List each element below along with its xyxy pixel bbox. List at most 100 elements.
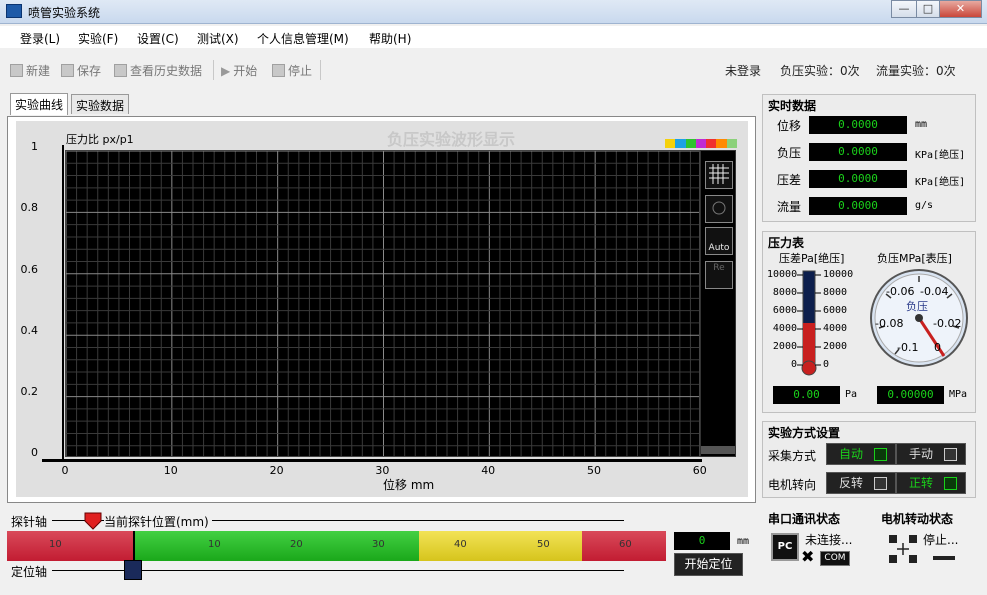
probe-tick-label: 60 <box>619 539 632 550</box>
realtime-value: 0.0000 <box>809 197 907 215</box>
pc-icon: PC <box>771 533 799 561</box>
realtime-value: 0.0000 <box>809 116 907 134</box>
therm-tick-right: 0 <box>823 359 830 370</box>
menu-personal[interactable]: 个人信息管理(M) <box>257 30 349 47</box>
grid-toggle-icon[interactable] <box>705 161 733 189</box>
therm-value: 0.00 <box>773 386 840 404</box>
stop-button[interactable]: 停止 <box>272 62 312 79</box>
start-button[interactable]: ▶ 开始 <box>221 62 257 79</box>
serial-status: 未连接... <box>805 533 853 547</box>
probe-marker-icon[interactable] <box>84 512 102 530</box>
motor-forward-button[interactable]: 正转 <box>896 472 966 494</box>
therm-tick-left: 4000 <box>772 323 797 334</box>
motor-state-title: 电机转动状态 <box>881 512 954 526</box>
realtime-value: 0.0000 <box>809 143 907 161</box>
dial-label: 负压 <box>906 300 928 313</box>
realtime-title: 实时数据 <box>768 99 817 113</box>
probe-tick-label: 20 <box>290 539 303 550</box>
y-tick-label: 0.2 <box>20 385 39 398</box>
therm-tick-right: 2000 <box>823 341 848 352</box>
realtime-label: 负压 <box>777 146 802 160</box>
checkbox-checked-icon <box>874 448 887 461</box>
menu-settings[interactable]: 设置(C) <box>137 30 179 47</box>
new-button[interactable]: 新建 <box>10 62 50 79</box>
realtime-unit: mm <box>915 119 928 130</box>
probe-indicator <box>133 531 135 561</box>
therm-tick-right: 8000 <box>823 287 848 298</box>
realtime-unit: g/s <box>915 200 934 211</box>
chart-title: 负压实验波形显示 <box>387 130 516 149</box>
x-axis-label: 位移 mm <box>383 478 435 492</box>
menu-login[interactable]: 登录(L) <box>20 30 60 47</box>
tab-curve[interactable]: 实验曲线 <box>10 93 69 115</box>
login-status: 未登录 <box>725 64 762 78</box>
therm-tick-left: 10000 <box>767 269 798 280</box>
history-label: 查看历史数据 <box>130 64 203 78</box>
realtime-label: 压差 <box>777 173 802 187</box>
menu-experiment[interactable]: 实验(F) <box>78 30 118 47</box>
therm-tick-right: 4000 <box>823 323 848 334</box>
y-tick-label: 0.8 <box>20 201 39 214</box>
collect-auto-label: 自动 <box>839 447 864 461</box>
save-label: 保存 <box>77 64 102 78</box>
collect-manual-button[interactable]: 手动 <box>896 443 966 465</box>
checkbox-icon <box>944 448 957 461</box>
x-tick-label: 0 <box>61 464 69 477</box>
color-strip <box>665 139 737 148</box>
app-icon <box>6 4 22 18</box>
probe-tick-label: 40 <box>454 539 467 550</box>
start-locate-button[interactable]: 开始定位 <box>674 553 743 576</box>
therm-tick-left: 2000 <box>772 341 797 352</box>
realtime-label: 位移 <box>777 119 802 133</box>
re-icon[interactable]: Re <box>705 261 733 289</box>
therm-tick-left: 6000 <box>772 305 797 316</box>
y-tick-label: 0.6 <box>20 263 39 276</box>
x-axis-line <box>42 459 702 462</box>
stop-icon <box>272 64 285 77</box>
motor-reverse-button[interactable]: 反转 <box>826 472 896 494</box>
tab-data[interactable]: 实验数据 <box>71 94 130 114</box>
collect-auto-button[interactable]: 自动 <box>826 443 896 465</box>
auto-scale-button[interactable]: Auto <box>705 227 733 255</box>
realtime-label: 流量 <box>777 200 802 214</box>
motor-label: 电机转向 <box>768 478 817 492</box>
menu-help[interactable]: 帮助(H) <box>369 30 411 47</box>
x-tick-label: 50 <box>587 464 601 477</box>
maximize-button[interactable]: □ <box>916 0 940 18</box>
y-axis-line <box>42 145 64 460</box>
minus-icon <box>933 556 955 560</box>
locate-handle-icon[interactable] <box>124 560 142 580</box>
minimize-button[interactable]: — <box>891 0 917 18</box>
mode-title: 实验方式设置 <box>768 426 841 440</box>
menu-test[interactable]: 测试(X) <box>197 30 239 47</box>
x-tick-label: 20 <box>269 464 284 477</box>
serial-title: 串口通讯状态 <box>768 512 841 526</box>
collect-label: 采集方式 <box>768 449 817 463</box>
disconnect-icon: ✖ <box>801 547 815 566</box>
y-tick-label: 1 <box>31 140 38 153</box>
save-button[interactable]: 保存 <box>61 62 101 79</box>
com-icon: COM <box>820 551 850 566</box>
start-label: 开始 <box>233 64 258 78</box>
zoom-icon[interactable] <box>705 195 733 223</box>
history-button[interactable]: 查看历史数据 <box>114 62 202 79</box>
toolbar-separator <box>320 60 321 80</box>
plot-area[interactable] <box>65 150 700 457</box>
hand-icon <box>114 64 127 77</box>
motor-reverse-label: 反转 <box>839 476 864 490</box>
dial-value: 0.00000 <box>877 386 944 404</box>
scroll-handle[interactable] <box>701 446 735 454</box>
checkbox-icon <box>874 477 887 490</box>
dial-tick-label: -0.04 <box>920 285 949 298</box>
close-button[interactable]: ✕ <box>939 0 982 18</box>
dial-tick-label: -0.1 <box>897 341 919 354</box>
neg-count: 负压实验：0次 <box>780 64 860 78</box>
x-tick-label: 10 <box>163 464 178 477</box>
y-tick-label: 0 <box>31 446 38 459</box>
dial-tick-label: 0 <box>934 341 941 354</box>
probe-scale[interactable]: 10 10 20 30 40 50 60 <box>7 531 666 561</box>
stop-label: 停止 <box>288 64 313 78</box>
motor-state-status: 停止... <box>923 533 959 547</box>
x-tick-label: 60 <box>692 464 707 477</box>
probe-value: 0 <box>674 532 730 550</box>
